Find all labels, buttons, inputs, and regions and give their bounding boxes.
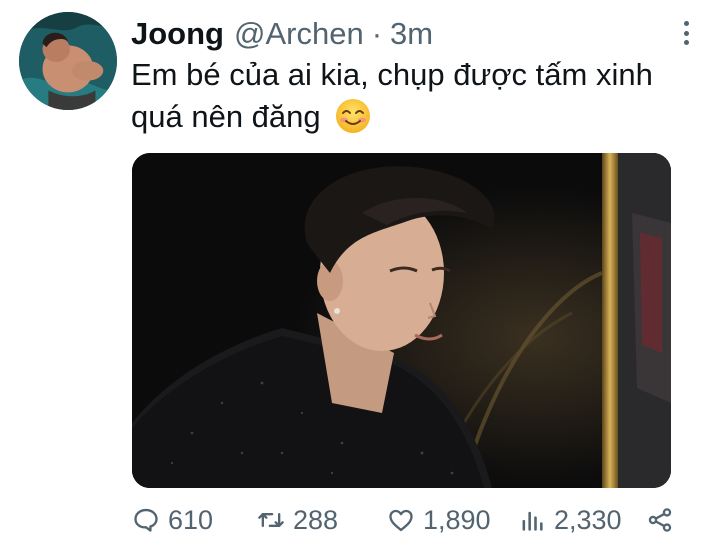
retweet-icon xyxy=(257,506,285,534)
tweet-actions: 610 288 1,890 2,330 xyxy=(132,500,677,540)
author-name[interactable]: Joong xyxy=(131,14,224,54)
author-handle[interactable]: @Archen xyxy=(234,14,364,54)
views-count: 2,330 xyxy=(554,505,622,535)
retweet-count: 288 xyxy=(293,505,339,535)
more-vertical-icon[interactable] xyxy=(676,18,696,48)
heart-icon xyxy=(387,506,415,534)
tweet-photo[interactable] xyxy=(132,153,671,488)
tweet-text: Em bé của ai kia, chụp được tấm xinh quá… xyxy=(131,54,671,138)
photo-image xyxy=(132,153,671,488)
smiling-face-icon xyxy=(335,98,371,134)
like-button[interactable]: 1,890 xyxy=(387,500,491,540)
separator-dot: · xyxy=(371,16,383,51)
tweet-timestamp[interactable]: 3m xyxy=(390,14,433,54)
bar-chart-icon xyxy=(518,506,546,534)
share-button[interactable] xyxy=(646,500,674,540)
reply-count: 610 xyxy=(168,505,214,535)
tweet-text-content: Em bé của ai kia, chụp được tấm xinh quá… xyxy=(131,57,653,134)
share-icon xyxy=(646,506,674,534)
tweet-header: Joong @Archen · 3m xyxy=(131,14,433,54)
retweet-button[interactable]: 288 xyxy=(257,500,338,540)
avatar-photo xyxy=(19,12,117,110)
speech-bubble-icon xyxy=(132,506,160,534)
reply-button[interactable]: 610 xyxy=(132,500,213,540)
author-avatar[interactable] xyxy=(19,12,117,110)
like-count: 1,890 xyxy=(423,505,491,535)
views-button[interactable]: 2,330 xyxy=(518,500,622,540)
